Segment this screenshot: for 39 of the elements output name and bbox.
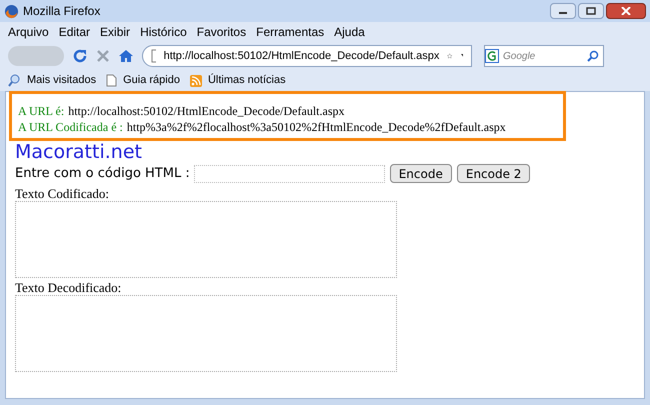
- search-bar[interactable]: Google: [484, 45, 604, 67]
- search-input[interactable]: Google: [503, 48, 583, 64]
- browser-logo-icon: [4, 4, 19, 18]
- url-label: A URL Codificada é :: [18, 119, 123, 135]
- url-label: A URL é:: [18, 103, 64, 119]
- encode-button[interactable]: Encode: [390, 164, 452, 184]
- dropdown-icon[interactable]: [460, 54, 463, 58]
- field-label: Entre com o código HTML :: [15, 165, 190, 183]
- url-text: http://localhost:50102/HtmlEncode_Decode/Default.aspx: [164, 48, 440, 64]
- site-title: Macoratti.net: [15, 141, 142, 163]
- maximize-button[interactable]: [578, 3, 604, 19]
- feed-icon: [190, 74, 202, 86]
- menu-item[interactable]: Arquivo: [8, 23, 49, 41]
- menu-item[interactable]: Favoritos: [196, 23, 246, 41]
- bookmark-link[interactable]: Guia rápido: [123, 72, 180, 89]
- google-icon[interactable]: [485, 49, 499, 63]
- close-button[interactable]: [606, 3, 646, 19]
- reload-icon[interactable]: [72, 48, 88, 64]
- encode-button[interactable]: Encode 2: [456, 164, 530, 184]
- search-icon[interactable]: [587, 50, 599, 62]
- url-value: http%3a%2f%2flocalhost%3a50102%2fHtmlEncode_Decode%2fDefault.aspx: [126, 119, 506, 135]
- url-value: http://localhost:50102/HtmlEncode_Decode/Default.aspx: [68, 103, 344, 119]
- maximize-icon: [586, 7, 596, 15]
- menu-item[interactable]: Ajuda: [334, 23, 365, 41]
- menu-item[interactable]: Ferramentas: [256, 23, 324, 41]
- bookmark-link[interactable]: Últimas notícias: [208, 72, 286, 89]
- close-icon: [621, 7, 631, 15]
- menu-item[interactable]: Editar: [58, 23, 90, 41]
- minimize-button[interactable]: [550, 3, 576, 19]
- field-label: Texto Decodificado:: [15, 280, 122, 294]
- field-label: Texto Codificado:: [15, 186, 110, 200]
- address-bar[interactable]: http://localhost:50102/HtmlEncode_Decode/Default.aspx: [142, 45, 472, 67]
- home-icon[interactable]: [118, 49, 134, 63]
- menu-item[interactable]: Exibir: [100, 23, 130, 41]
- menu-item[interactable]: Histórico: [140, 23, 187, 41]
- html-input-field[interactable]: [194, 164, 385, 183]
- bookmark-link[interactable]: Mais visitados: [27, 72, 96, 89]
- magnifier-icon: [8, 74, 21, 87]
- window-title: Mozilla Firefox: [23, 3, 102, 20]
